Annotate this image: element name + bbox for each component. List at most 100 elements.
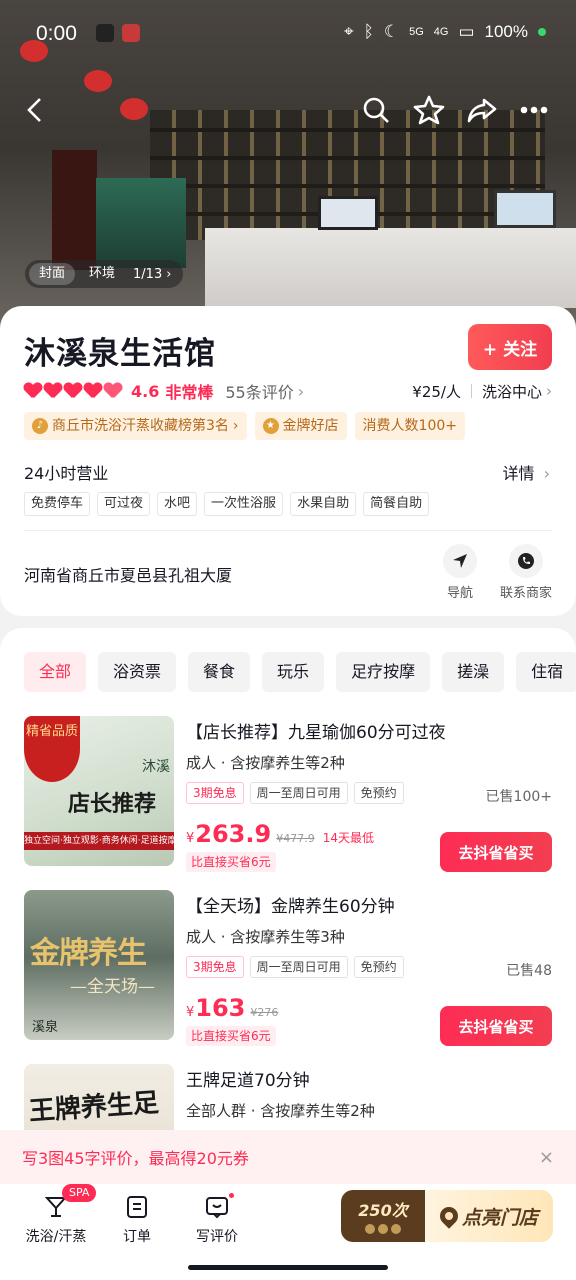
lantern-decor [84, 70, 112, 92]
deals-section: 全部 浴资票 餐食 玩乐 足疗按摩 搓澡 住宿 精省品质 沐溪 店长推荐 独立空… [0, 628, 576, 1148]
navigation-icon [443, 544, 477, 578]
back-button[interactable] [16, 90, 56, 130]
deal-subtitle: 全部人群 · 含按摩养生等2种 [186, 1102, 375, 1120]
deal-thumbnail: 精省品质 沐溪 店长推荐 独立空间·独立观影·商务休闲·足道按摩 [24, 716, 174, 866]
deal-tag: 3期免息 [186, 956, 244, 978]
status-icons: ⌖ ᛒ ☾ 5G 4G ▭ 100% [344, 22, 546, 42]
shop-address[interactable]: 河南省商丘市夏邑县孔祖大厦 [24, 562, 232, 586]
tab-foot-massage[interactable]: 足疗按摩 [336, 652, 431, 692]
deal-tag: 免预约 [353, 782, 404, 804]
buy-button[interactable]: 去抖省省买 [440, 832, 552, 872]
details-label: 详情 [502, 464, 535, 483]
gold-shop-badge[interactable]: ★ 金牌好店 [254, 412, 347, 440]
lantern-decor [120, 98, 148, 120]
gallery-tab-environment[interactable]: 环境 [79, 263, 125, 285]
deal-item[interactable]: 精省品质 沐溪 店长推荐 独立空间·独立观影·商务休闲·足道按摩 【店长推荐】九… [24, 716, 552, 872]
avatar [390, 1223, 402, 1235]
review-promo-bar[interactable]: 写3图45字评价，最高得20元券 × [0, 1130, 576, 1184]
current-price: 263.9 [195, 820, 272, 848]
chevron-right-icon: › [166, 266, 172, 282]
tiktok-icon: ♪ [32, 418, 48, 434]
ranking-badge[interactable]: ♪ 商丘市洗浴汗蒸收藏榜第3名 › [24, 412, 247, 440]
original-price: ¥477.9 [276, 832, 315, 845]
deal-price: ¥ 263.9 ¥477.9 14天最低 [186, 820, 374, 848]
phone-icon [509, 544, 543, 578]
light-count: 250次 [358, 1201, 408, 1220]
home-indicator[interactable] [188, 1265, 388, 1270]
light-count-panel: 250次 [341, 1190, 425, 1242]
favorite-button[interactable] [409, 90, 449, 130]
status-time: 0:00 [36, 22, 77, 45]
deal-tag: 周一至周日可用 [249, 956, 348, 978]
medal-icon: ★ [262, 418, 279, 434]
deal-item[interactable]: 金牌养生 —全天场— 溪泉 【全天场】金牌养生60分钟 成人 · 含按摩养生等3… [24, 890, 552, 1046]
details-link[interactable]: 详情 › [502, 460, 550, 484]
tab-entertainment[interactable]: 玩乐 [262, 652, 325, 692]
review-count[interactable]: 55条评价 [225, 379, 293, 403]
contact-merchant-button[interactable]: 联系商家 [494, 544, 558, 601]
tab-all[interactable]: 全部 [24, 652, 87, 692]
chevron-right-icon: › [297, 381, 305, 401]
thumb-logo: 沐溪 [142, 759, 170, 775]
more-button[interactable] [514, 90, 554, 130]
lowest-price-label: 14天最低 [322, 831, 374, 845]
deal-tag: 免预约 [353, 956, 404, 978]
reception-counter [205, 228, 576, 308]
drinks-fridge [96, 178, 186, 268]
tab-scrub[interactable]: 搓澡 [442, 652, 505, 692]
thumb-logo: 溪泉 [32, 1020, 59, 1035]
navigate-button[interactable]: 导航 [430, 544, 490, 601]
notification-dot [227, 1191, 236, 1200]
gallery-tabs: 封面 环境 1/13 › [25, 260, 184, 288]
deal-price: ¥ 163 ¥276 [186, 994, 278, 1022]
tab-food[interactable]: 餐食 [188, 652, 251, 692]
sold-count: 已售48 [506, 963, 552, 979]
sold-count: 已售100+ [485, 789, 552, 805]
price-category[interactable]: ¥25/人 洗浴中心 › [412, 381, 552, 402]
tab-bath-ticket[interactable]: 浴资票 [98, 652, 177, 692]
shop-photo-banner[interactable]: 0:00 ⌖ ᛒ ☾ 5G 4G ▭ 100% 封面 环境 1/13 › [0, 0, 576, 330]
gallery-count[interactable]: 1/13 [133, 267, 162, 282]
gallery-tab-cover[interactable]: 封面 [29, 263, 76, 285]
battery-level: 100% [484, 22, 528, 41]
notification-icon [96, 24, 114, 42]
business-hours: 24小时营业 [24, 464, 109, 483]
rating-level: 非常棒 [165, 383, 214, 402]
close-icon[interactable]: × [539, 1147, 554, 1168]
tab-lodging[interactable]: 住宿 [516, 652, 576, 692]
heart-half-icon [104, 383, 122, 399]
heart-icon [24, 383, 42, 399]
star-icon [413, 95, 445, 125]
more-dots-icon [520, 106, 548, 114]
facility-tag: 可过夜 [97, 492, 151, 516]
order-list-icon [124, 1194, 150, 1220]
light-up-shop-button[interactable]: 250次 点亮门店 [341, 1190, 553, 1242]
contact-label: 联系商家 [499, 586, 552, 601]
membership-poster [52, 150, 97, 270]
deal-subtitle: 成人 · 含按摩养生等3种 [186, 928, 345, 946]
chevron-right-icon: › [546, 382, 552, 400]
follow-button[interactable]: + 关注 [468, 324, 552, 370]
deal-tag: 3期免息 [186, 782, 244, 804]
charging-dot [538, 28, 546, 36]
counter-monitor [494, 190, 556, 228]
light-up-label: 点亮门店 [461, 1206, 538, 1229]
search-button[interactable] [356, 90, 396, 130]
rating-hearts [24, 383, 122, 399]
write-review-button[interactable]: 写评价 [177, 1191, 257, 1246]
deal-tags: 3期免息 周一至周日可用 免预约 [186, 782, 404, 804]
battery-icon: ▭ [458, 22, 475, 41]
write-review-label: 写评价 [196, 1229, 238, 1245]
orders-button[interactable]: 订单 [97, 1194, 177, 1246]
avatar [364, 1223, 376, 1235]
review-promo-text: 写3图45字评价，最高得20元券 [22, 1149, 249, 1168]
facility-tag: 免费停车 [24, 492, 91, 516]
rating-row[interactable]: 4.6 非常棒 55条评价 › ¥25/人 洗浴中心 › [24, 379, 552, 403]
original-price: ¥276 [250, 1006, 279, 1019]
buy-button[interactable]: 去抖省省买 [440, 1006, 552, 1046]
shop-info-card: 沐溪泉生活馆 + 关注 4.6 非常棒 55条评价 › ¥25/人 洗浴中心 ›… [0, 306, 576, 616]
gold-shop-label: 金牌好店 [282, 418, 339, 434]
share-button[interactable] [462, 90, 502, 130]
notification-icon [122, 24, 140, 42]
divider [470, 384, 472, 398]
